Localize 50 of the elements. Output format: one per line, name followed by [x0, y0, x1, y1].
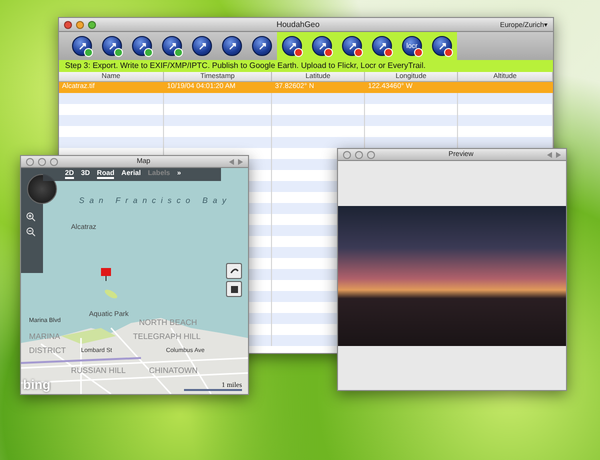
arrow-icon [138, 42, 146, 50]
toolbar-button[interactable] [192, 36, 212, 56]
arrow-icon [378, 42, 386, 50]
nav-arrows-icon[interactable] [547, 152, 561, 158]
arrow-icon [168, 42, 176, 50]
nav-arrows-icon[interactable] [229, 158, 243, 164]
arrow-icon [438, 42, 446, 50]
map-label: DISTRICT [29, 346, 66, 355]
toolbar-button[interactable] [282, 36, 302, 56]
arrow-icon [198, 42, 206, 50]
map-label: San Francisco Bay [79, 196, 232, 205]
toolbar-button[interactable] [342, 36, 362, 56]
close-button[interactable] [26, 158, 34, 166]
zoom-button[interactable] [50, 158, 58, 166]
minimize-button[interactable] [38, 158, 46, 166]
toolbar-button[interactable] [162, 36, 182, 56]
arrow-icon [108, 42, 116, 50]
rotate-icon[interactable] [226, 263, 242, 279]
toolbar-button[interactable] [72, 36, 92, 56]
arrow-icon [288, 42, 296, 50]
window-title: HoudahGeo [275, 20, 321, 29]
map-label: NORTH BEACH [139, 318, 198, 327]
toolbar-button[interactable] [132, 36, 152, 56]
arrow-icon [78, 42, 86, 50]
map-logo: bing [23, 377, 50, 392]
arrow-icon [258, 42, 266, 50]
minimize-button[interactable] [76, 20, 84, 28]
zoom-out-icon[interactable] [26, 227, 36, 237]
arrow-icon [348, 42, 356, 50]
map-label: CHINATOWN [149, 366, 198, 375]
arrow-icon [228, 42, 236, 50]
step-instructions: Step 3: Export. Write to EXIF/XMP/IPTC. Publish to Google Earth. Upload to Flickr, Locr or EveryTrail. [59, 60, 553, 72]
toolbar-button[interactable] [102, 36, 122, 56]
map-label: RUSSIAN HILL [71, 366, 126, 375]
close-button[interactable] [343, 150, 351, 158]
toolbar-button[interactable] [372, 36, 392, 56]
zoom-button[interactable] [88, 20, 96, 28]
toolbar-button[interactable] [432, 36, 452, 56]
toolbar-button[interactable] [222, 36, 242, 56]
map-label: TELEGRAPH HILL [133, 332, 201, 341]
zoom-in-icon[interactable] [26, 212, 36, 222]
arrow-icon [318, 42, 326, 50]
toolbar-button[interactable] [252, 36, 272, 56]
zoom-button[interactable] [367, 150, 375, 158]
toolbar-button[interactable] [312, 36, 332, 56]
close-button[interactable] [64, 20, 72, 28]
map-pin-icon[interactable] [101, 268, 111, 282]
island-icon [103, 289, 119, 299]
minimize-button[interactable] [355, 150, 363, 158]
map-label: MARINA [29, 332, 60, 341]
